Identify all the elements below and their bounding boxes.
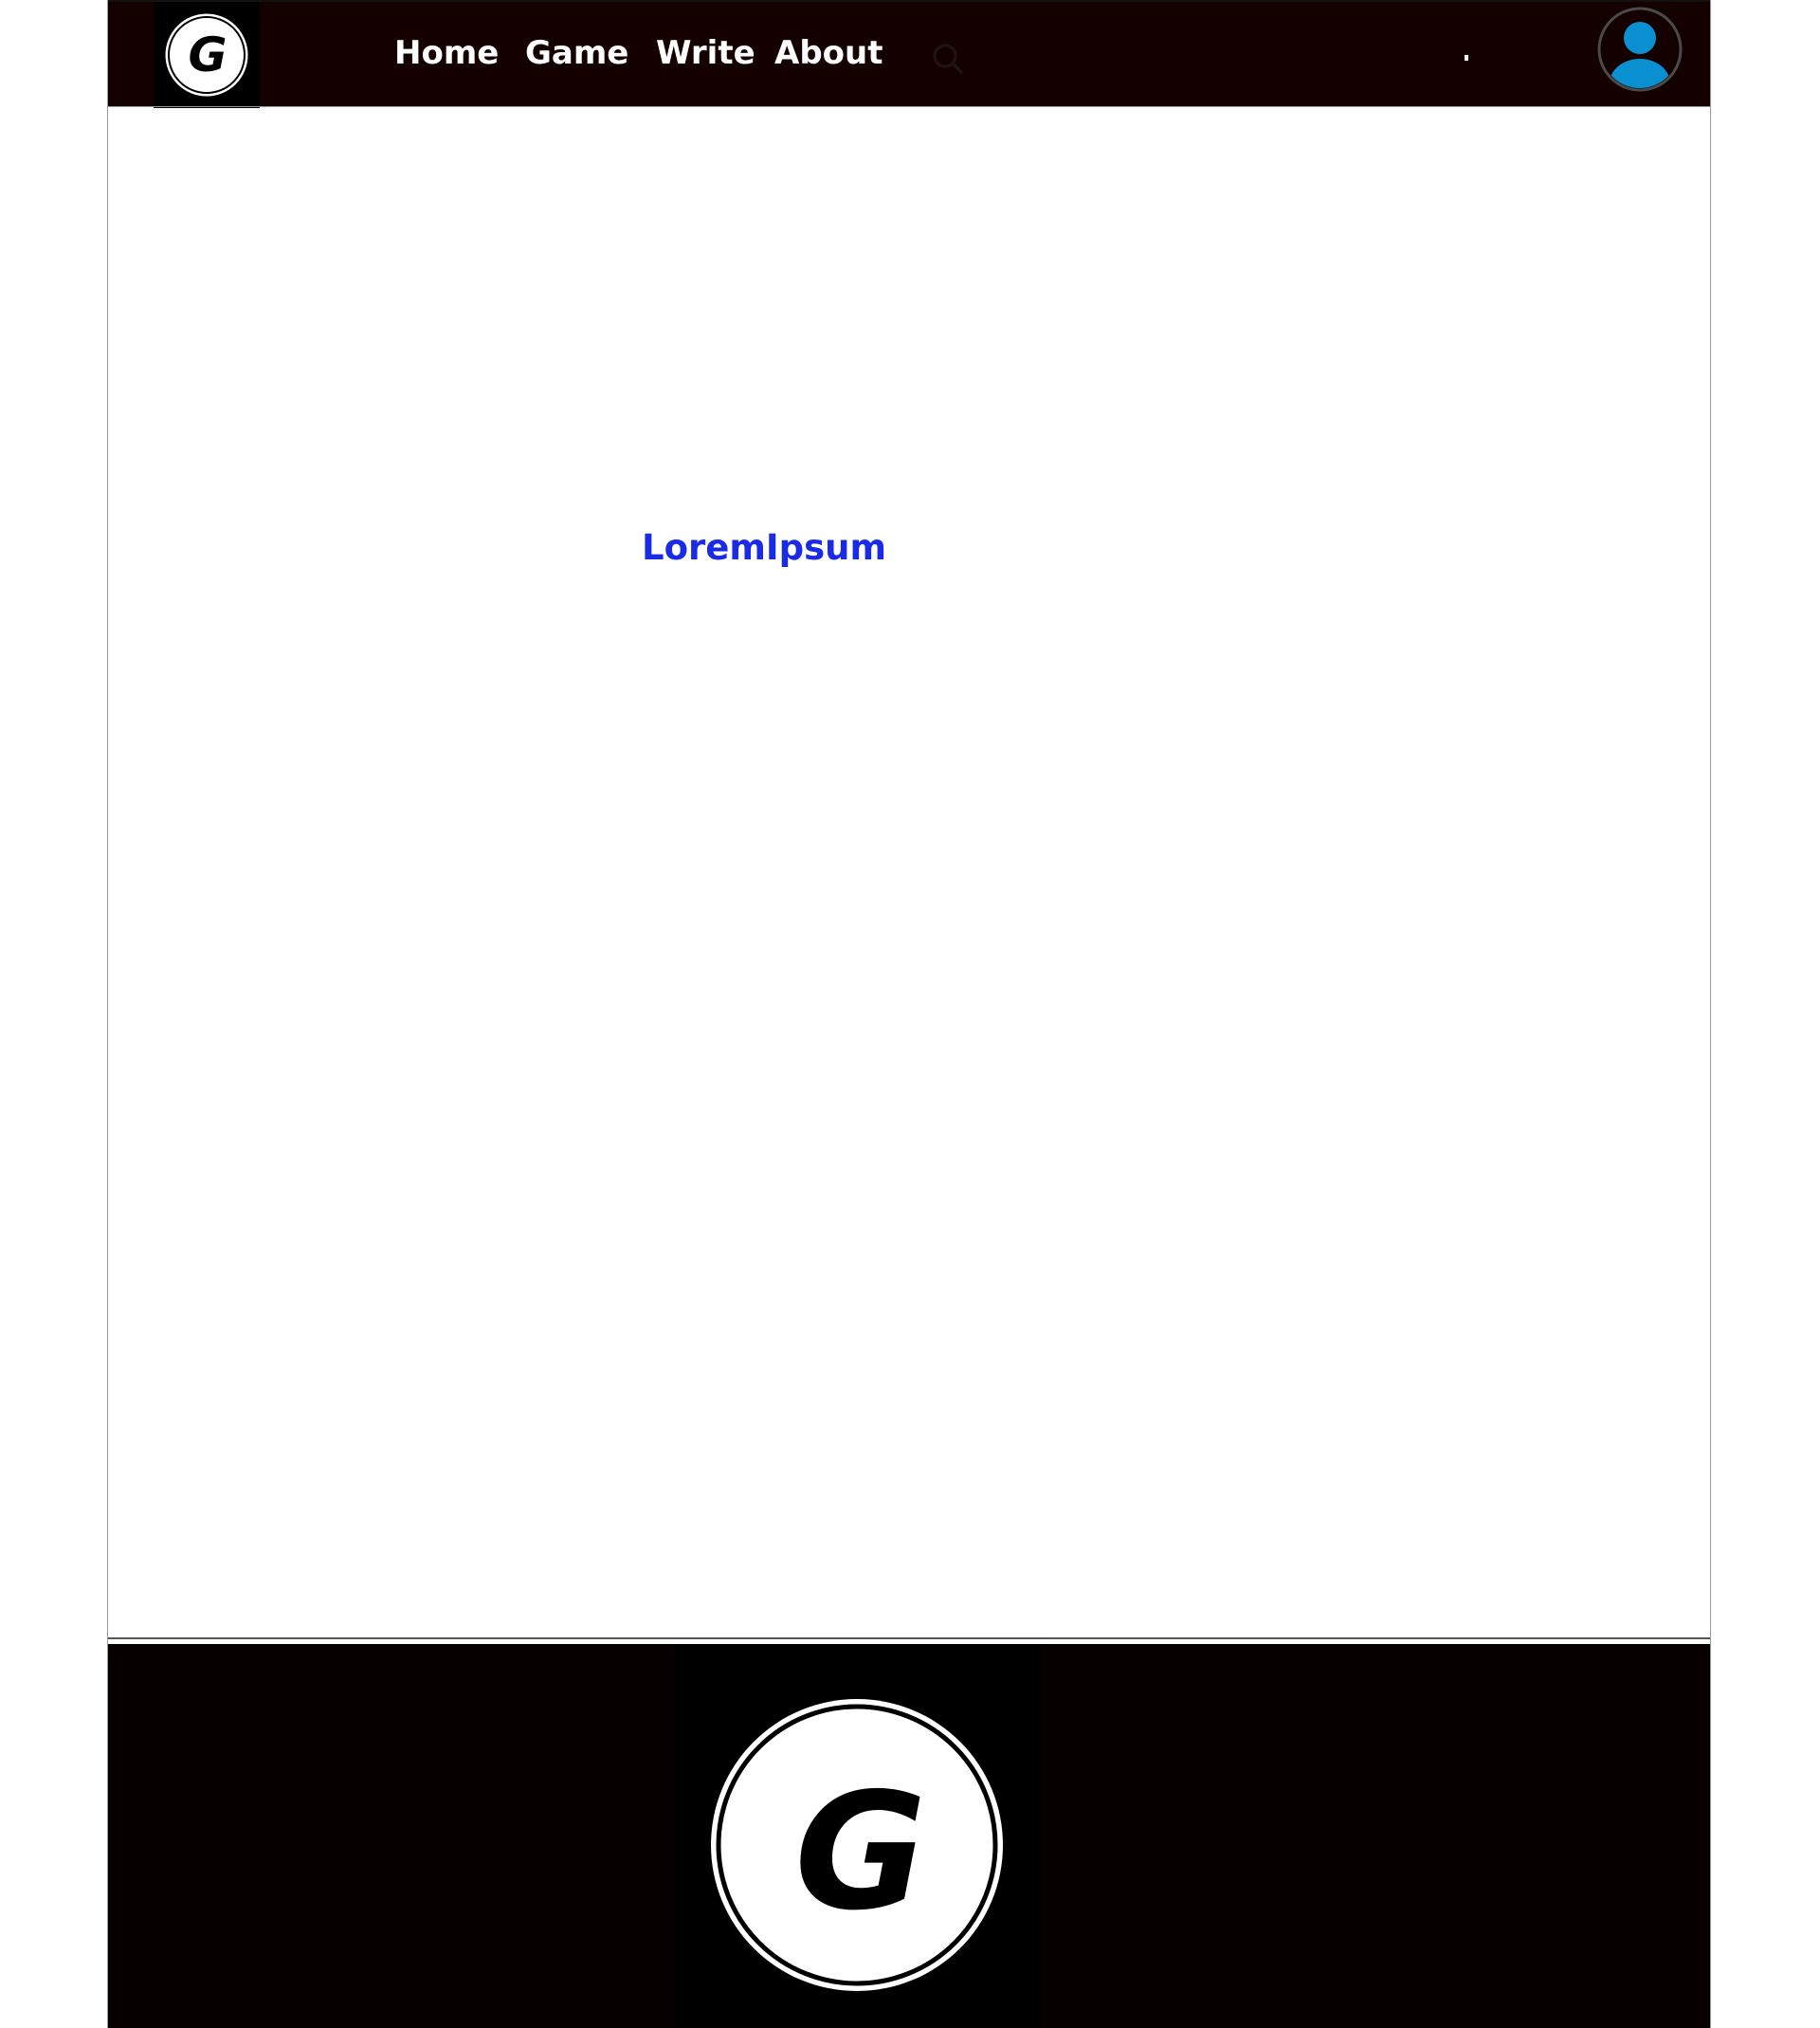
footer-logo: G [675,1644,1041,2028]
user-avatar-icon[interactable] [1596,6,1684,93]
menu-dot [1465,55,1468,61]
footer: G [108,1644,1710,2028]
footer-logo-badge-icon: G [711,1699,1003,1991]
top-navbar: G Home Game Write About [108,0,1710,108]
page-frame: G Home Game Write About LoremIpsum G [107,0,1711,2028]
nav-home[interactable]: Home [394,30,499,76]
search-icon[interactable] [931,42,965,76]
logo-letter: G [188,27,227,82]
nav-write[interactable]: Write [656,30,755,76]
site-logo[interactable]: G [154,2,260,108]
header-divider [108,106,1710,107]
footer-divider [108,1637,1710,1639]
footer-logo-letter: G [794,1759,927,1946]
nav-about[interactable]: About [774,30,883,76]
nav-game[interactable]: Game [525,30,628,76]
logo-badge-icon: G [164,12,249,98]
post-title-link[interactable]: LoremIpsum [642,523,886,573]
